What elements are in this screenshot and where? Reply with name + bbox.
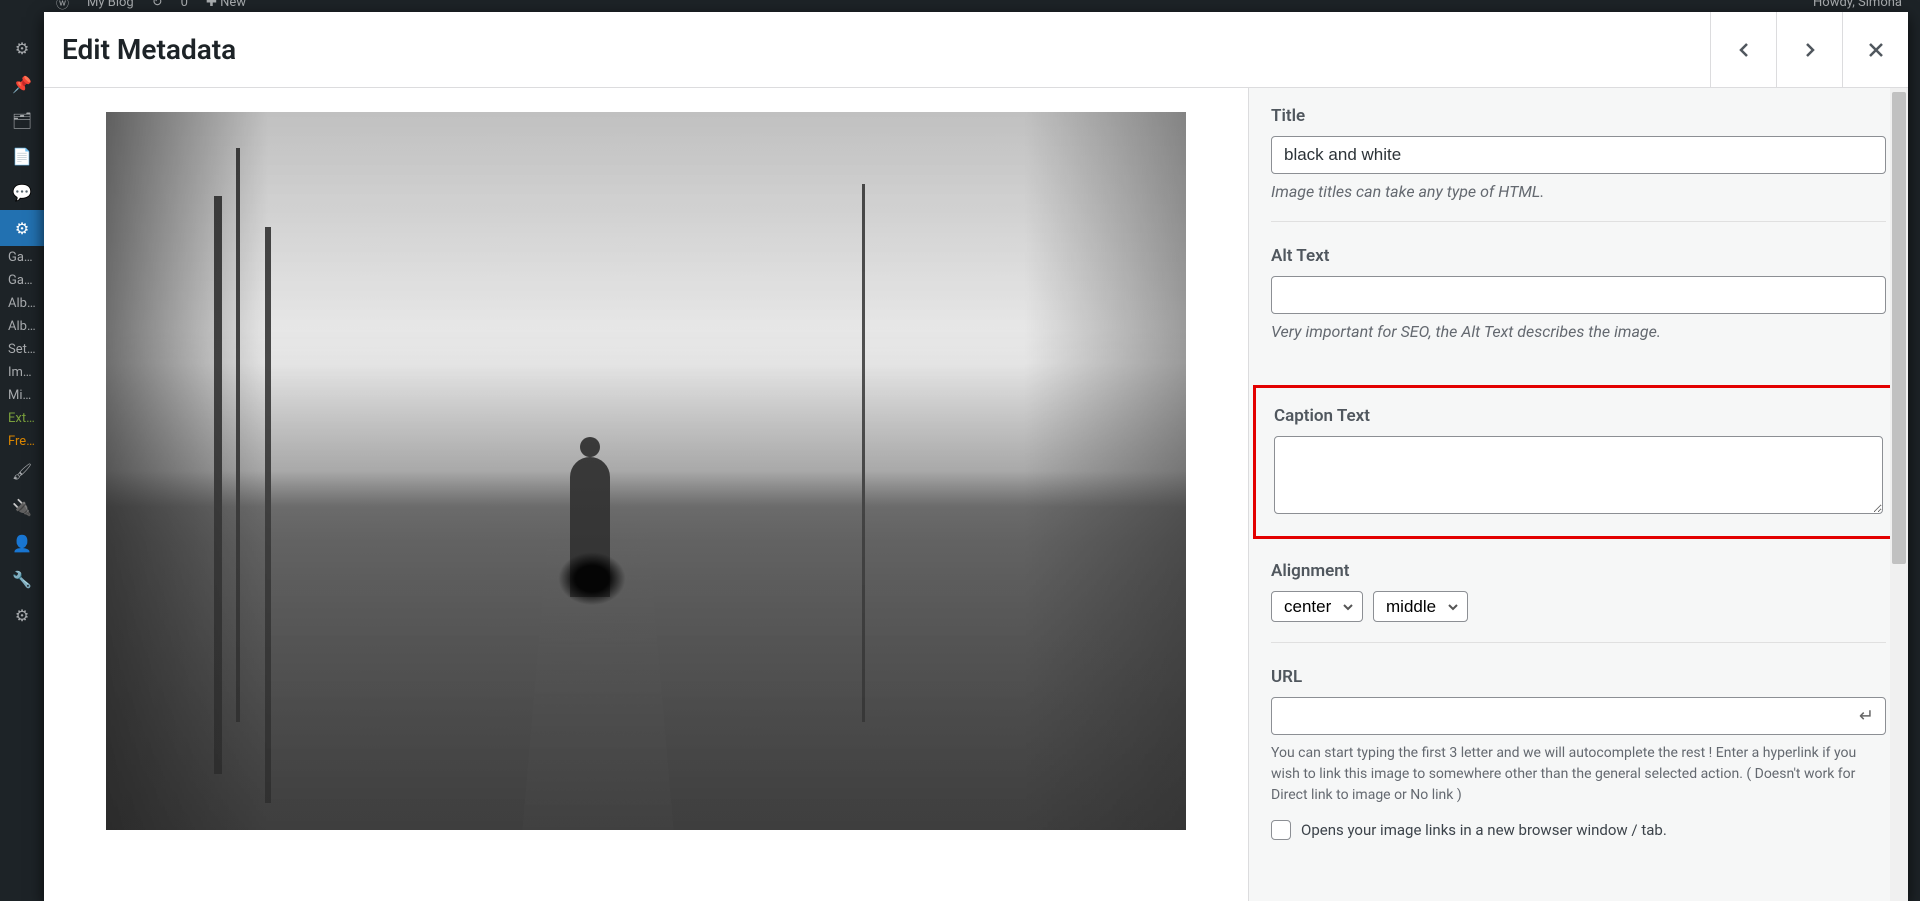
settings-icon[interactable]: ⚙	[0, 597, 44, 633]
new-label[interactable]: New	[220, 0, 246, 10]
close-icon	[1867, 41, 1885, 59]
image-preview-panel	[44, 88, 1248, 901]
close-button[interactable]	[1842, 12, 1908, 87]
dashboard-icon[interactable]: ⚙	[0, 30, 44, 66]
url-hint: You can start typing the first 3 letter …	[1271, 743, 1886, 806]
title-input[interactable]	[1271, 136, 1886, 174]
sidebar-item[interactable]: Ga…	[0, 246, 44, 269]
caption-highlight-box: Caption Text	[1253, 385, 1904, 539]
url-field-group: URL ↵ You can start typing the first 3 l…	[1271, 667, 1886, 840]
appearance-icon[interactable]: 🖌	[0, 453, 44, 489]
next-button[interactable]	[1776, 12, 1842, 87]
alt-text-label: Alt Text	[1271, 246, 1886, 266]
pin-icon[interactable]: 📌	[0, 66, 44, 102]
sidebar-item[interactable]: Im…	[0, 361, 44, 384]
sidebar-item[interactable]: Ga…	[0, 269, 44, 292]
alignment-vertical-select[interactable]: middle	[1373, 591, 1468, 622]
howdy-text[interactable]: Howdy, Simona	[1813, 0, 1920, 10]
comments-count[interactable]: 0	[181, 0, 188, 10]
users-icon[interactable]: 👤	[0, 525, 44, 561]
alignment-label: Alignment	[1271, 561, 1886, 581]
url-label: URL	[1271, 667, 1886, 687]
updates-icon[interactable]: ↻	[152, 0, 163, 10]
sidebar-item[interactable]: Set…	[0, 338, 44, 361]
open-new-window-checkbox[interactable]	[1271, 820, 1291, 840]
alignment-horizontal-select[interactable]: center	[1271, 591, 1363, 622]
sidebar-item[interactable]: Fre…	[0, 430, 44, 453]
media-icon[interactable]: 🗂	[0, 102, 44, 138]
sidebar-item[interactable]: Alb…	[0, 292, 44, 315]
open-new-window-label: Opens your image links in a new browser …	[1301, 821, 1667, 839]
caption-label: Caption Text	[1274, 406, 1883, 426]
prev-button[interactable]	[1710, 12, 1776, 87]
pages-icon[interactable]: 📄	[0, 138, 44, 174]
chevron-right-icon	[1800, 40, 1820, 60]
image-preview	[106, 112, 1186, 830]
site-name[interactable]: My Blog	[87, 0, 134, 10]
metadata-form-panel: Title Image titles can take any type of …	[1248, 88, 1908, 901]
modal-title: Edit Metadata	[62, 33, 236, 66]
alt-text-field-group: Alt Text Very important for SEO, the Alt…	[1271, 246, 1886, 361]
alignment-field-group: Alignment center middle	[1271, 561, 1886, 643]
active-menu-icon[interactable]: ⚙	[0, 210, 44, 246]
modal-header: Edit Metadata	[44, 12, 1908, 88]
edit-metadata-modal: Edit Metadata Title	[44, 12, 1908, 901]
chevron-left-icon	[1734, 40, 1754, 60]
caption-textarea[interactable]	[1274, 436, 1883, 514]
wp-logo-icon[interactable]: ⓦ	[56, 0, 69, 10]
scrollbar-track[interactable]	[1890, 88, 1908, 901]
comments-icon[interactable]: 💬	[0, 174, 44, 210]
title-field-group: Title Image titles can take any type of …	[1271, 106, 1886, 222]
wp-admin-bar: ⓦ My Blog ↻ 0 ✚ New Howdy, Simona	[44, 0, 1920, 10]
title-hint: Image titles can take any type of HTML.	[1271, 182, 1886, 201]
tools-icon[interactable]: 🔧	[0, 561, 44, 597]
sidebar-item[interactable]: Alb…	[0, 315, 44, 338]
alt-text-input[interactable]	[1271, 276, 1886, 314]
url-input[interactable]	[1271, 697, 1886, 735]
link-icon[interactable]: ↵	[1859, 706, 1874, 727]
plugins-icon[interactable]: 🔌	[0, 489, 44, 525]
alt-text-hint: Very important for SEO, the Alt Text des…	[1271, 322, 1886, 341]
sidebar-item[interactable]: Mi…	[0, 384, 44, 407]
wp-admin-sidebar: ⚙ 📌 🗂 📄 💬 ⚙ Ga… Ga… Alb… Alb… Set… Im… M…	[0, 0, 44, 901]
scrollbar-thumb[interactable]	[1892, 92, 1906, 564]
sidebar-item[interactable]: Ext…	[0, 407, 44, 430]
title-label: Title	[1271, 106, 1886, 126]
